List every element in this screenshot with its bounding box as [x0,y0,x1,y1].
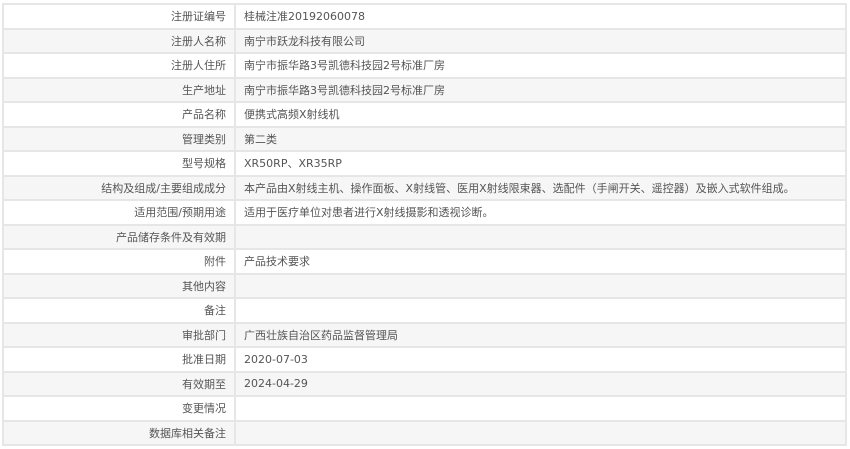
field-value: 南宁市振华路3号凯德科技园2号标准厂房 [234,76,847,103]
field-label: 型号规格 [2,150,236,177]
field-label: 注册证编号 [2,3,236,30]
field-label: 结构及组成/主要组成成分 [2,174,236,201]
registration-details-table: 注册证编号 桂械注准20192060078 注册人名称 南宁市跃龙科技有限公司 注册人住… [2,3,847,446]
field-label: 产品储存条件及有效期 [2,223,236,250]
field-label: 附件 [2,248,236,275]
field-value: 南宁市跃龙科技有限公司 [234,27,847,54]
field-value: 广西壮族自治区药品监督管理局 [234,321,847,348]
table-row: 管理类别 第二类 [2,125,847,152]
table-row: 注册证编号 桂械注准20192060078 [2,3,847,30]
field-label: 适用范围/预期用途 [2,199,236,226]
field-label: 注册人名称 [2,27,236,54]
field-value: 本产品由X射线主机、操作面板、X射线管、医用X射线限束器、选配件（手闸开关、遥控… [234,174,847,201]
field-value [234,272,847,299]
table-row: 适用范围/预期用途 适用于医疗单位对患者进行X射线摄影和透视诊断。 [2,199,847,226]
field-value: 2020-07-03 [234,346,847,373]
field-value [234,419,847,446]
field-value: 便携式高频X射线机 [234,101,847,128]
table-row: 生产地址 南宁市振华路3号凯德科技园2号标准厂房 [2,76,847,103]
field-value: 适用于医疗单位对患者进行X射线摄影和透视诊断。 [234,199,847,226]
field-label: 注册人住所 [2,52,236,79]
table-row: 其他内容 [2,272,847,299]
table-row: 注册人住所 南宁市振华路3号凯德科技园2号标准厂房 [2,52,847,79]
field-value: 产品技术要求 [234,248,847,275]
field-value: 第二类 [234,125,847,152]
field-value: 南宁市振华路3号凯德科技园2号标准厂房 [234,52,847,79]
field-value: 桂械注准20192060078 [234,3,847,30]
table-row: 变更情况 [2,395,847,422]
field-label: 数据库相关备注 [2,419,236,446]
table-row: 审批部门 广西壮族自治区药品监督管理局 [2,321,847,348]
table-row: 型号规格 XR50RP、XR35RP [2,150,847,177]
table-row: 注册人名称 南宁市跃龙科技有限公司 [2,27,847,54]
field-value: 2024-04-29 [234,370,847,397]
table-row: 附件 产品技术要求 [2,248,847,275]
field-label: 其他内容 [2,272,236,299]
field-value [234,297,847,324]
field-label: 有效期至 [2,370,236,397]
field-label: 生产地址 [2,76,236,103]
field-label: 变更情况 [2,395,236,422]
field-value [234,395,847,422]
field-value [234,223,847,250]
field-label: 批准日期 [2,346,236,373]
table-row: 产品名称 便携式高频X射线机 [2,101,847,128]
field-label: 审批部门 [2,321,236,348]
table-row: 结构及组成/主要组成成分 本产品由X射线主机、操作面板、X射线管、医用X射线限束器… [2,174,847,201]
table-row: 有效期至 2024-04-29 [2,370,847,397]
table-row: 产品储存条件及有效期 [2,223,847,250]
table-body: 注册证编号 桂械注准20192060078 注册人名称 南宁市跃龙科技有限公司 注册人住… [2,3,847,446]
table-row: 备注 [2,297,847,324]
table-row: 数据库相关备注 [2,419,847,446]
field-label: 产品名称 [2,101,236,128]
field-label: 备注 [2,297,236,324]
field-value: XR50RP、XR35RP [234,150,847,177]
table-row: 批准日期 2020-07-03 [2,346,847,373]
field-label: 管理类别 [2,125,236,152]
